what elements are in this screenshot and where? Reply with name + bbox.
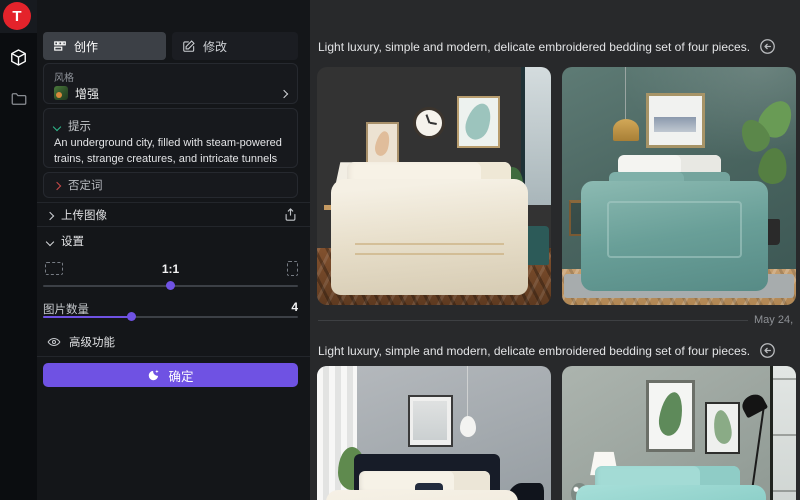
chevron-down-icon: [54, 117, 60, 135]
chevron-down-icon: [47, 232, 53, 250]
tab-edit-label: 修改: [203, 38, 227, 55]
reuse-prompt-icon[interactable]: [759, 342, 776, 359]
image-count-label: 图片数量: [43, 301, 89, 317]
confirm-label: 确定: [168, 366, 193, 385]
panel-divider: [37, 356, 310, 357]
eye-icon: [47, 335, 61, 349]
aspect-ratio-value: 1:1: [43, 262, 298, 276]
style-label: 风格: [54, 69, 74, 84]
generated-image[interactable]: [562, 366, 796, 500]
cube-icon[interactable]: [8, 47, 29, 68]
count-slider-fill: [43, 316, 132, 318]
confirm-button[interactable]: 确定: [43, 363, 298, 387]
count-slider-handle[interactable]: [127, 312, 136, 321]
prompt-header[interactable]: 提示: [54, 117, 91, 135]
chevron-right-icon: [281, 84, 287, 102]
portrait-ratio-icon[interactable]: [287, 261, 298, 276]
gallery-prompt-text: Light luxury, simple and modern, delicat…: [318, 344, 750, 358]
chevron-right-icon: [54, 176, 60, 194]
aspect-slider-handle[interactable]: [166, 281, 175, 290]
generated-image[interactable]: [317, 67, 551, 305]
nav-rail: T: [0, 0, 37, 500]
gallery-prompt-row: Light luxury, simple and modern, delicat…: [318, 38, 776, 55]
date-divider: May 24,: [318, 314, 800, 326]
edit-icon: [182, 39, 196, 53]
tab-edit[interactable]: 修改: [172, 32, 298, 60]
upload-icon[interactable]: [283, 207, 298, 222]
prompt-input[interactable]: An underground city, filled with steam-p…: [54, 136, 287, 166]
control-panel: 创作 修改 风格 增强 提示: [37, 0, 310, 500]
tab-create[interactable]: 创作: [43, 32, 166, 60]
generated-image[interactable]: [317, 366, 551, 500]
prompt-label: 提示: [68, 118, 91, 134]
generated-image[interactable]: [562, 67, 796, 305]
gallery: Light luxury, simple and modern, delicat…: [310, 0, 800, 500]
upload-row[interactable]: 上传图像: [37, 202, 310, 227]
style-thumbnail: [54, 86, 68, 100]
negative-label: 否定词: [68, 177, 103, 193]
settings-header[interactable]: 设置: [47, 232, 84, 250]
settings-label: 设置: [61, 233, 84, 249]
gallery-prompt-row: Light luxury, simple and modern, delicat…: [318, 342, 776, 359]
negative-card[interactable]: 否定词: [43, 172, 298, 198]
chevron-right-icon: [47, 206, 53, 224]
brand-logo[interactable]: T: [3, 2, 31, 30]
gallery-prompt-text: Light luxury, simple and modern, delicat…: [318, 40, 750, 54]
moon-sparkle-icon: [147, 368, 161, 382]
prompt-card[interactable]: 提示 An underground city, filled with stea…: [43, 108, 298, 168]
grid-icon: [53, 39, 67, 53]
advanced-row[interactable]: 高级功能: [47, 334, 115, 350]
reuse-prompt-icon[interactable]: [759, 38, 776, 55]
brand-letter: T: [12, 8, 21, 25]
tab-create-label: 创作: [74, 38, 98, 55]
app-window: T 创作: [0, 0, 800, 500]
date-label: May 24,: [754, 314, 793, 326]
upload-label: 上传图像: [61, 207, 107, 223]
style-card[interactable]: 风格 增强: [43, 63, 298, 104]
style-value: 增强: [75, 85, 99, 102]
divider-line: [318, 320, 748, 321]
image-count-value: 4: [291, 300, 298, 314]
folder-icon[interactable]: [8, 88, 29, 109]
advanced-label: 高级功能: [69, 334, 115, 350]
